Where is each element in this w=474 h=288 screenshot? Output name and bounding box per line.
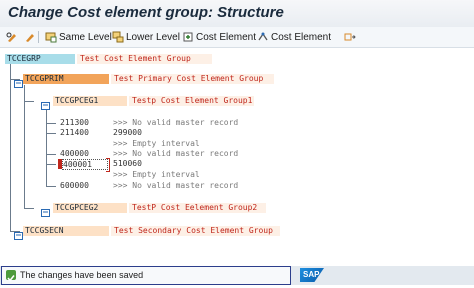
tree-line <box>46 123 56 124</box>
cost-element-2-button[interactable]: Cost Element <box>257 29 331 45</box>
tree-line <box>24 85 25 208</box>
root-group-id[interactable]: TCCEGRP <box>5 54 75 64</box>
leaf-message: >>> Empty interval <box>113 139 200 148</box>
leaf-from[interactable]: 400000 <box>60 149 89 159</box>
leaf-from[interactable]: 211300 <box>60 118 89 128</box>
bracket <box>106 158 110 172</box>
group2-id[interactable]: TCCGPCEG2 <box>53 203 127 213</box>
display-change-button[interactable] <box>24 29 36 45</box>
add-cost-element-icon <box>182 31 194 43</box>
leaf-to[interactable]: 299000 <box>113 128 142 138</box>
tree-line <box>24 208 34 209</box>
folder-icon[interactable] <box>41 97 50 110</box>
same-level-label: Same Level <box>59 31 112 43</box>
expand-tree-icon <box>344 31 356 43</box>
primary-group-id[interactable]: TCCGPRIM <box>23 74 109 84</box>
tree-line <box>46 186 56 187</box>
reassign-cost-element-icon <box>257 31 269 43</box>
status-message-box[interactable]: The changes have been saved <box>1 266 291 285</box>
sap-logo-text: SAP <box>303 270 320 279</box>
tree-line <box>46 164 56 165</box>
group1-desc: Testp Cost Element Group1 <box>129 96 254 106</box>
tree-line <box>24 101 34 102</box>
group1-id[interactable]: TCCGPCEG1 <box>53 96 127 106</box>
tree-line <box>46 106 47 186</box>
cost-element-button[interactable]: Cost Element <box>182 29 256 45</box>
same-level-button[interactable]: Same Level <box>45 29 112 45</box>
hierarchy-tree: TCCEGRP Test Cost Element Group TCCGPRIM… <box>0 48 474 266</box>
success-check-icon <box>6 270 16 282</box>
leaf-message: >>> No valid master record <box>113 118 239 127</box>
leaf-message: >>> Empty interval <box>113 170 200 179</box>
divider <box>38 29 39 45</box>
status-message: The changes have been saved <box>20 270 144 280</box>
page-title: Change Cost element group: Structure <box>8 4 284 21</box>
group2-desc: TestP Cost Eelement Group2 <box>129 203 266 213</box>
cost-element-label: Cost Element <box>196 31 257 43</box>
primary-group-desc: Test Primary Cost Element Group <box>111 74 274 84</box>
cost-element-2-label: Cost Element <box>271 31 332 43</box>
tree-line <box>46 154 56 155</box>
tree-line <box>10 64 11 231</box>
leaf-to[interactable]: 510060 <box>113 159 142 169</box>
secondary-group-desc: Test Secondary Cost Element Group <box>111 226 280 236</box>
create-same-level-icon <box>45 31 57 43</box>
lower-level-label: Lower Level <box>126 31 180 43</box>
tree-line <box>46 133 56 134</box>
toolbar: Same Level Lower Level Cost Element Cost… <box>0 27 474 48</box>
leaf-from-selected[interactable]: 400001 <box>62 159 108 170</box>
title-bar: Change Cost element group: Structure <box>0 0 474 28</box>
status-bar: The changes have been saved SAP <box>0 266 474 285</box>
leaf-message: >>> No valid master record <box>113 181 239 190</box>
folder-icon[interactable] <box>14 227 23 240</box>
lower-level-button[interactable]: Lower Level <box>112 29 180 45</box>
create-lower-level-icon <box>112 31 124 43</box>
secondary-group-id[interactable]: TCCGSECN <box>23 226 109 236</box>
leaf-message: >>> No valid master record <box>113 149 239 158</box>
pencil-glasses-icon <box>6 31 18 43</box>
folder-icon[interactable] <box>41 204 50 217</box>
pencil-icon <box>24 31 36 43</box>
leaf-from[interactable]: 600000 <box>60 181 89 191</box>
folder-icon[interactable] <box>14 75 23 88</box>
edit-toggle-button[interactable] <box>6 29 18 45</box>
expand-button[interactable] <box>344 29 356 45</box>
root-group-desc: Test Cost Element Group <box>77 54 212 64</box>
leaf-from[interactable]: 211400 <box>60 128 89 138</box>
